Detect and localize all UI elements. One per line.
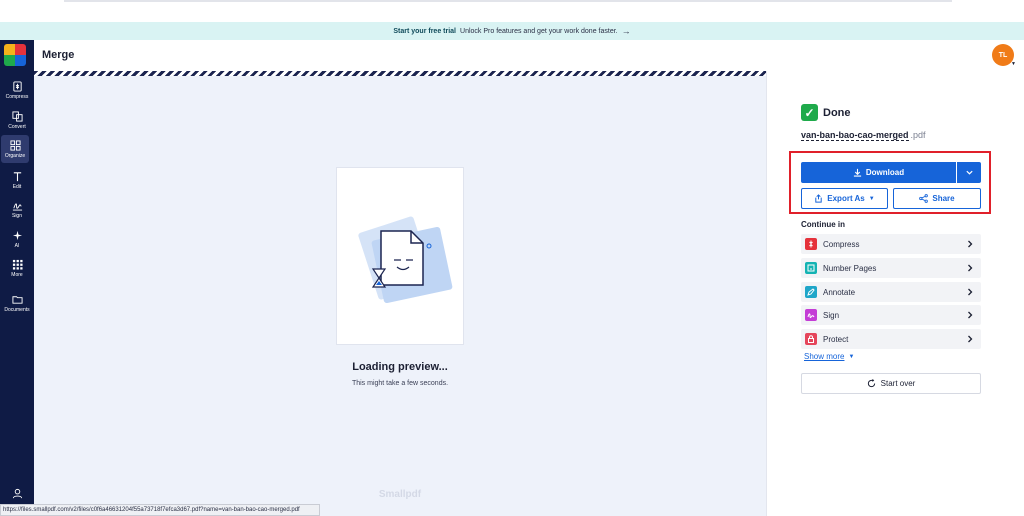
smallpdf-watermark: Smallpdf <box>378 489 422 500</box>
check-icon: ✓ <box>801 104 818 121</box>
banner-bold-text[interactable]: Start your free trial <box>393 28 456 35</box>
annotate-icon <box>805 286 817 298</box>
done-row: ✓ Done <box>801 104 851 121</box>
caret-down-icon: ▼ <box>868 195 875 202</box>
sidebar-item-label: AI <box>14 242 20 249</box>
download-options-button[interactable] <box>957 162 981 183</box>
sidebar-item-label: More <box>11 271 23 278</box>
chevron-right-icon <box>968 335 973 343</box>
chevron-right-icon <box>968 288 973 296</box>
sidebar-item-label: Compress <box>5 93 29 100</box>
sign-icon <box>805 309 817 321</box>
continue-item-protect[interactable]: Protect <box>801 329 981 349</box>
sidebar-item-compress[interactable]: Compress <box>0 76 34 104</box>
compress-icon <box>805 238 817 250</box>
folder-icon <box>11 295 23 304</box>
organize-icon <box>9 139 21 151</box>
tool-label: Protect <box>823 334 849 344</box>
share-button[interactable]: Share <box>893 188 981 209</box>
download-button[interactable]: Download <box>801 162 956 183</box>
start-over-button[interactable]: Start over <box>801 373 981 394</box>
sidebar-item-edit[interactable]: Edit <box>0 166 34 194</box>
ai-sparkle-icon <box>12 230 22 240</box>
filename-base[interactable]: van-ban-bao-cao-merged <box>801 130 909 141</box>
result-panel: ✓ Done van-ban-bao-cao-merged .pdf Downlo… <box>766 71 1024 516</box>
tool-label: Sign <box>823 310 840 320</box>
sidebar-item-sign[interactable]: Sign <box>0 195 34 223</box>
continue-title: Continue in <box>801 220 845 229</box>
chevron-right-icon <box>968 264 973 272</box>
tool-label: Number Pages <box>823 263 877 273</box>
banner-text: Unlock Pro features and get your work do… <box>460 27 618 35</box>
sidebar-item-label: Sign <box>11 212 22 219</box>
chevron-down-icon <box>965 170 973 175</box>
continue-item-sign[interactable]: Sign <box>801 305 981 325</box>
edit-text-icon <box>13 171 21 181</box>
show-more-label[interactable]: Show more <box>804 352 844 361</box>
sidebar-item-label: Edit <box>12 183 22 190</box>
preview-area: Loading preview... This might take a few… <box>34 76 766 516</box>
sidebar-item-documents[interactable]: Documents <box>0 289 34 317</box>
chevron-right-icon <box>968 240 973 248</box>
show-more-link[interactable]: Show more ▼ <box>804 352 854 361</box>
trial-banner[interactable]: Start your free trial Unlock Pro feature… <box>0 22 1024 40</box>
share-icon <box>919 194 929 203</box>
download-label: Download <box>865 168 905 177</box>
preview-card <box>336 167 464 345</box>
arrow-right-icon[interactable]: → <box>622 26 631 36</box>
continue-item-number-pages[interactable]: Number Pages <box>801 258 981 278</box>
top-divider <box>64 0 952 2</box>
caret-down-icon[interactable]: ▼ <box>1011 61 1016 67</box>
sidebar-item-organize[interactable]: Organize <box>1 135 29 163</box>
export-as-button[interactable]: Export As ▼ <box>801 188 888 209</box>
export-label: Export As <box>827 194 865 203</box>
sidebar: Compress Convert Organize Edit Sign AI M… <box>0 40 34 516</box>
convert-icon <box>11 110 23 122</box>
compress-icon <box>12 80 22 92</box>
grid-dots-icon <box>12 259 23 270</box>
continue-item-annotate[interactable]: Annotate <box>801 282 981 302</box>
loading-title: Loading preview... <box>352 361 448 373</box>
sidebar-item-convert[interactable]: Convert <box>0 106 34 134</box>
export-icon <box>815 194 822 203</box>
sidebar-item-ai[interactable]: AI <box>0 225 34 253</box>
share-label: Share <box>932 194 955 203</box>
page-header: Merge TL ▼ <box>34 40 1024 71</box>
page-title: Merge <box>42 49 75 61</box>
chevron-right-icon <box>968 311 973 319</box>
lock-icon <box>805 333 817 345</box>
refresh-icon <box>867 379 875 388</box>
sidebar-item-label: Organize <box>4 152 26 159</box>
filename[interactable]: van-ban-bao-cao-merged .pdf <box>801 130 926 141</box>
smallpdf-logo[interactable] <box>4 44 26 66</box>
browser-top-strip <box>0 0 1024 22</box>
caret-down-icon: ▼ <box>848 353 855 360</box>
status-url-bar: https://files.smallpdf.com/v2/files/c0f6… <box>0 504 320 516</box>
sign-icon <box>12 202 22 211</box>
tool-label: Annotate <box>823 287 856 297</box>
done-label: Done <box>823 106 851 119</box>
sidebar-item-more[interactable]: More <box>0 254 34 282</box>
tool-label: Compress <box>823 239 860 249</box>
loading-illustration-icon <box>358 216 453 304</box>
filename-ext: .pdf <box>910 130 926 140</box>
sidebar-item-label: Convert <box>8 123 26 130</box>
download-icon <box>853 168 861 177</box>
loading-subtitle: This might take a few seconds. <box>351 380 449 387</box>
account-button[interactable] <box>0 488 34 502</box>
user-icon <box>12 488 22 499</box>
continue-item-compress[interactable]: Compress <box>801 234 981 254</box>
start-over-label: Start over <box>880 379 916 388</box>
sidebar-item-label: Documents <box>4 306 30 313</box>
number-pages-icon <box>805 262 817 274</box>
